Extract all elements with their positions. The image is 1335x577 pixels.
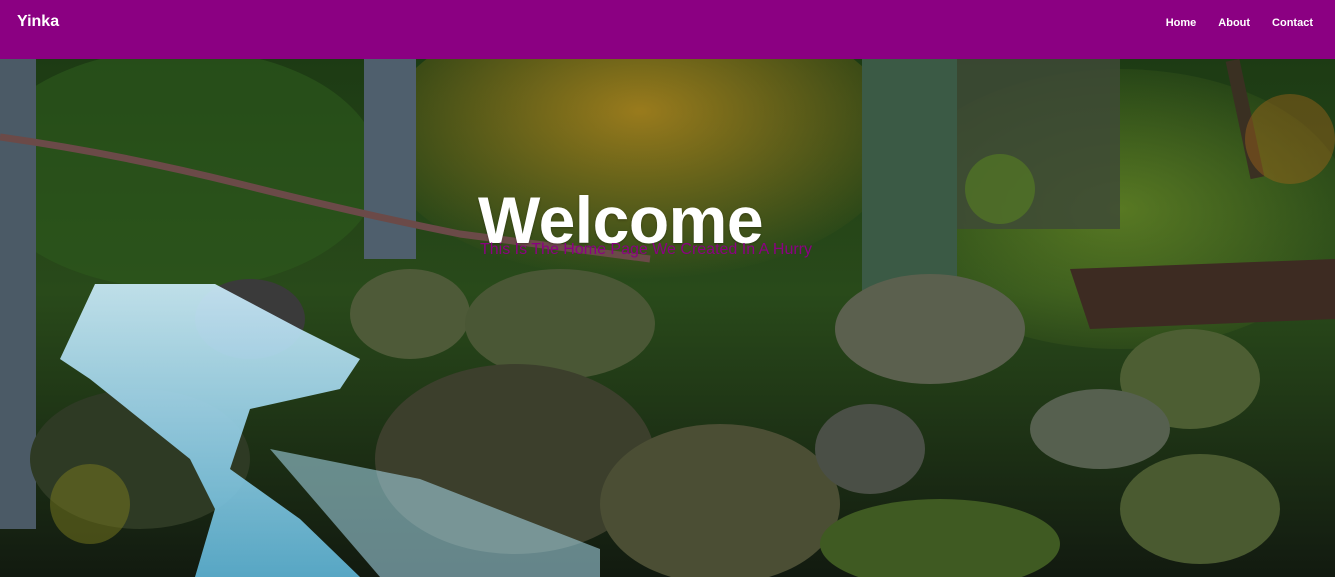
hero-section: Welcome This Is The Home Page We Created… bbox=[0, 59, 1335, 577]
navbar: Yinka Home About Contact bbox=[0, 0, 1335, 59]
nav-link-contact[interactable]: Contact bbox=[1272, 17, 1313, 29]
brand-logo-text[interactable]: Yinka bbox=[17, 13, 59, 31]
hero-subtitle: This Is The Home Page We Created In A Hu… bbox=[480, 241, 812, 258]
forest-waterfall-background-image bbox=[0, 59, 1335, 577]
nav-link-home[interactable]: Home bbox=[1166, 17, 1197, 29]
nav-link-about[interactable]: About bbox=[1218, 17, 1250, 29]
nav-links: Home About Contact bbox=[1166, 17, 1313, 29]
